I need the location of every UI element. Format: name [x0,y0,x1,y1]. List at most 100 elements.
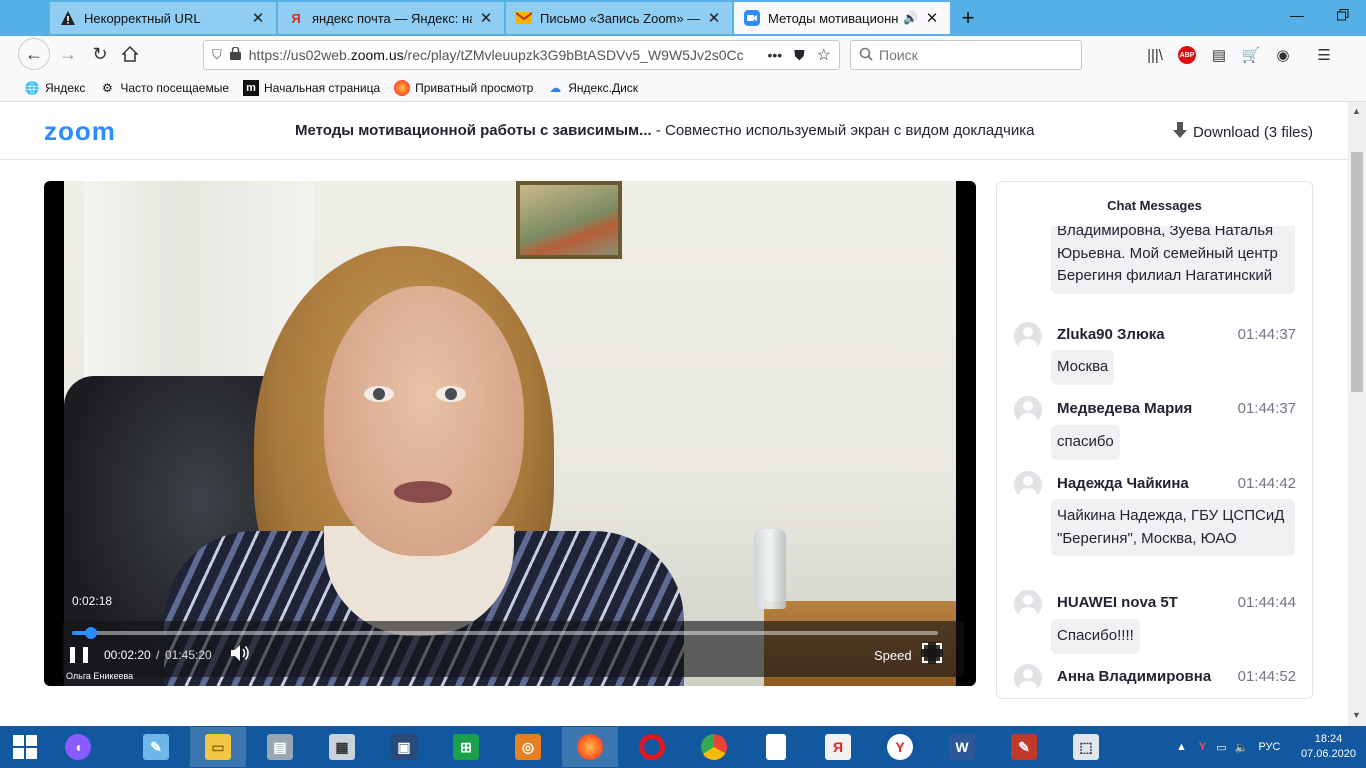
taskbar-app-5[interactable]: ⬚ [1058,727,1114,767]
maximize-button[interactable] [1320,0,1366,30]
pocket-icon[interactable]: ⛊ [794,47,805,64]
taskbar-app-3[interactable]: ◎ [500,727,556,767]
firefox-icon [394,79,411,96]
chat-message-partial: Владимировна, Зуева Наталья Юрьевна. Мой… [1051,226,1295,294]
time-separator: / [156,648,160,662]
avatar [1014,590,1042,618]
close-icon[interactable]: ✕ [478,9,494,27]
sidebar-icon[interactable]: ▤ [1207,43,1231,67]
fullscreen-button[interactable] [921,642,943,664]
close-icon[interactable]: ✕ [706,9,722,27]
taskbar-explorer[interactable]: ▭ [190,727,246,767]
opera-icon [639,734,665,760]
reload-icon: ↻ [92,43,108,64]
tab-yandex-mail-search[interactable]: Я яндекс почта — Яндекс: нашлось ✕ [278,2,504,34]
speaker-icon[interactable]: 🔊 [903,11,918,25]
taskbar-app-1[interactable]: ✎ [128,727,184,767]
clock-time: 18:24 [1314,733,1343,745]
avatar [1014,322,1042,350]
home-button[interactable] [114,38,146,70]
chat-time: 01:44:42 [1237,475,1296,492]
volume-icon[interactable]: 🔈 [1235,741,1249,754]
taskbar-word[interactable]: W [934,727,990,767]
taskbar-calculator[interactable]: ▦ [314,727,370,767]
printer-icon: ▤ [267,734,293,760]
chat-title: Chat Messages [1107,198,1202,213]
account-icon[interactable]: ◉ [1271,43,1295,67]
new-tab-button[interactable]: + [952,2,984,34]
shield-icon[interactable]: ⛉ [212,47,222,63]
word-icon: W [949,734,975,760]
language-indicator[interactable]: РУС [1258,741,1280,753]
taskbar-alice[interactable]: ◖ [50,727,106,767]
reload-button[interactable]: ↻ [84,38,116,70]
tab-title: Методы мотивационной р [768,10,899,26]
back-button[interactable]: ← [18,38,50,70]
scroll-up-icon[interactable]: ▲ [1352,106,1361,116]
close-icon[interactable]: ✕ [924,9,940,27]
chat-panel: Chat Messages Владимировна, Зуева Наталь… [996,181,1313,699]
chat-text: Спасибо!!!! [1051,619,1140,654]
address-bar[interactable]: ⛉ https://us02web.zoom.us/rec/play/tZMvl… [203,40,840,70]
search-bar[interactable]: Поиск [850,40,1082,70]
taskbar-document[interactable] [748,727,804,767]
scroll-down-icon[interactable]: ▼ [1352,710,1361,720]
cart-icon[interactable]: 🛒 [1239,43,1263,67]
speaker-name-label: Ольга Еникеева [66,671,134,681]
taskbar-save[interactable]: ▣ [376,727,432,767]
taskbar-app-4[interactable]: ✎ [996,727,1052,767]
system-clock[interactable]: 18:24 07.06.2020 [1301,732,1356,762]
search-placeholder: Поиск [879,47,918,63]
start-button[interactable] [0,727,50,767]
bookmark-yandex-disk[interactable]: ☁ Яндекс.Диск [547,80,638,96]
lock-icon[interactable] [229,46,241,63]
yandex-tray-icon[interactable]: Y [1199,741,1206,753]
close-icon[interactable]: ✕ [250,9,266,27]
zoom-icon [744,10,760,26]
yandex-icon: Я [825,734,851,760]
m-logo-icon: m [243,79,260,96]
taskbar-app-2[interactable]: ▤ [252,727,308,767]
home-icon [122,46,138,62]
tab-incorrect-url[interactable]: Некорректный URL ✕ [50,2,276,34]
bookmark-most-visited[interactable]: ⚙ Часто посещаемые [99,80,229,96]
player-controls: 00:02:20 / 01:45:20 Speed [62,621,964,677]
network-icon[interactable]: ▭ [1216,741,1226,754]
minimize-button[interactable]: — [1274,0,1320,30]
library-icon[interactable]: |||\ [1143,43,1167,67]
progress-bar[interactable] [72,627,938,639]
tab-mail-letter[interactable]: Письмо «Запись Zoom» — Кузьмина ✕ [506,2,732,34]
pause-button[interactable] [70,645,88,665]
star-icon[interactable]: ☆ [817,45,831,65]
taskbar-firefox[interactable] [562,727,618,767]
taskbar-yandex[interactable]: Y [872,727,928,767]
taskbar-chrome[interactable] [686,727,742,767]
zoom-logo[interactable]: zoom [44,116,116,147]
page-scrollbar[interactable]: ▲ ▼ [1348,102,1366,726]
taskbar-yandex-browser[interactable]: Я [810,727,866,767]
scrollbar-thumb[interactable] [1351,152,1363,392]
download-button[interactable]: Download (3 files) [1172,122,1313,143]
progress-handle[interactable] [85,627,98,639]
speed-button[interactable]: Speed [874,648,912,663]
chat-time: 01:44:52 [1237,668,1296,685]
bookmark-start-page[interactable]: m Начальная страница [243,79,380,96]
total-time: 01:45:20 [165,648,212,662]
bookmark-private-browsing[interactable]: Приватный просмотр [394,79,533,96]
adblock-icon[interactable]: ABP [1175,43,1199,67]
video-player[interactable]: 0:02:18 00:02:20 / 01:45:20 Speed Ольга … [44,181,976,686]
bookmark-yandex[interactable]: 🌐 Яндекс [24,80,86,96]
volume-button[interactable] [230,644,250,667]
url-text[interactable]: https://us02web.zoom.us/rec/play/tZMvleu… [249,47,762,63]
forward-button[interactable]: → [52,38,84,70]
avatar [1014,664,1042,692]
chat-message-list[interactable]: Владимировна, Зуева Наталья Юрьевна. Мой… [997,226,1312,698]
taskbar-opera[interactable] [624,727,680,767]
tray-expand-icon[interactable]: ▲ [1176,741,1187,753]
page-actions-icon[interactable]: ••• [767,47,782,63]
taskbar-store[interactable]: ⊞ [438,727,494,767]
globe-icon: 🌐 [24,80,40,95]
menu-icon[interactable]: ☰ [1312,43,1336,67]
tab-zoom-recording[interactable]: Методы мотивационной р 🔊 ✕ [734,2,950,34]
tab-title: яндекс почта — Яндекс: нашлось [312,10,472,26]
